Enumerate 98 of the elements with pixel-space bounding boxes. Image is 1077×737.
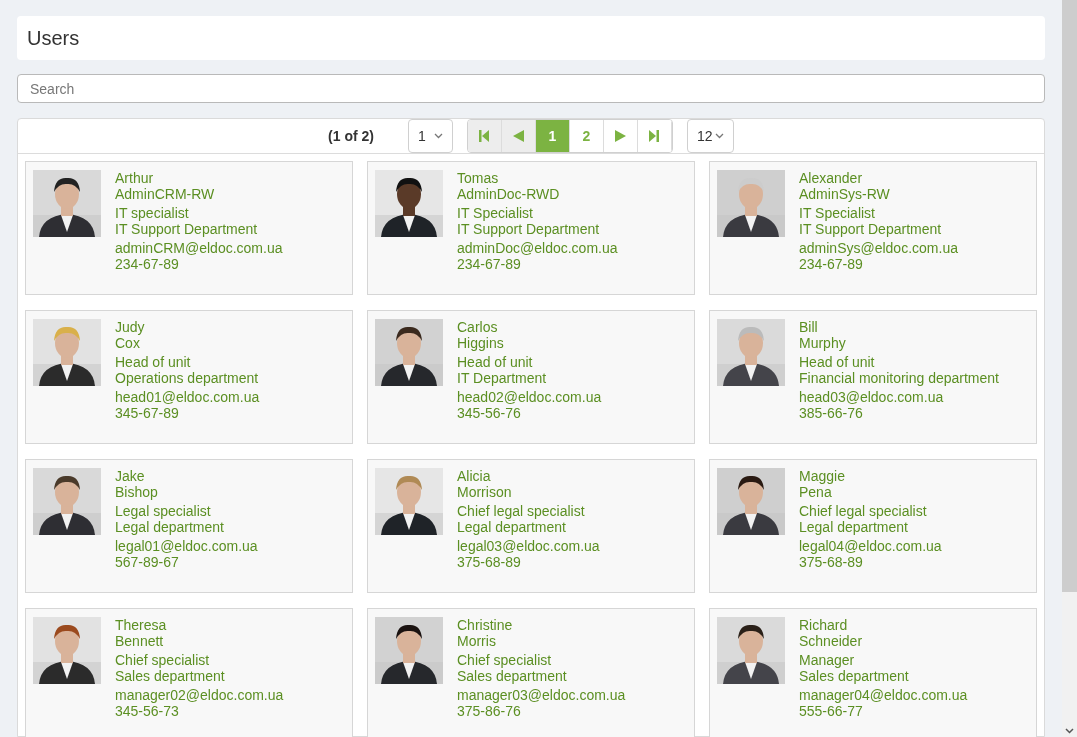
department: Financial monitoring department — [799, 370, 999, 386]
last-name: Higgins — [457, 335, 505, 351]
email: adminSys@eldoc.com.ua — [799, 240, 958, 256]
email: head03@eldoc.com.ua — [799, 389, 945, 405]
user-card[interactable]: Carlos Higgins Head of unit IT Department head02@eldoc.com.ua 345-56-76 — [367, 310, 695, 444]
phone: 555-66-77 — [799, 703, 864, 719]
first-name: Christine — [457, 617, 514, 633]
caret-icon — [433, 133, 443, 139]
phone: 375-68-89 — [457, 554, 522, 570]
next-icon — [614, 130, 626, 142]
last-name: AdminDoc-RWD — [457, 186, 561, 202]
last-name: Bishop — [115, 484, 159, 500]
email: manager02@eldoc.com.ua — [115, 687, 284, 703]
email: adminCRM@eldoc.com.ua — [115, 240, 283, 256]
position: Head of unit — [799, 354, 876, 370]
phone: 567-89-67 — [115, 554, 180, 570]
email: head01@eldoc.com.ua — [115, 389, 260, 405]
last-name: Morrison — [457, 484, 513, 500]
page-title: Users — [27, 26, 80, 51]
phone: 234-67-89 — [115, 256, 180, 272]
page-number-button[interactable]: 1 — [535, 120, 570, 152]
position: Chief specialist — [115, 652, 211, 668]
position: Chief specialist — [457, 652, 553, 668]
email: legal01@eldoc.com.ua — [115, 538, 258, 554]
rows-per-page-select[interactable]: 12 — [686, 119, 734, 153]
position: IT specialist — [115, 205, 190, 221]
phone: 234-67-89 — [457, 256, 522, 272]
department: IT Support Department — [799, 221, 943, 237]
first-name: Maggie — [799, 468, 846, 484]
user-card[interactable]: Theresa Bennett Chief specialist Sales department manager02@eldoc.com.ua 345-56-73 — [25, 608, 353, 737]
position: IT Specialist — [457, 205, 534, 221]
phone: 234-67-89 — [799, 256, 864, 272]
department: Sales department — [799, 668, 910, 684]
position: IT Specialist — [799, 205, 876, 221]
user-card[interactable]: Tomas AdminDoc-RWD IT Specialist IT Support Department adminDoc@eldoc.com.ua 234-67-89 — [367, 161, 695, 295]
previous-icon — [512, 130, 524, 142]
position: Manager — [799, 652, 856, 668]
user-card[interactable]: Arthur AdminCRM-RW IT specialist IT Support Department adminCRM@eldoc.com.ua 234-67-89 — [25, 161, 353, 295]
department: IT Support Department — [457, 221, 601, 237]
phone: 345-67-89 — [115, 405, 180, 421]
email: manager04@eldoc.com.ua — [799, 687, 968, 703]
department: Operations department — [115, 370, 260, 386]
email: head02@eldoc.com.ua — [457, 389, 602, 405]
first-name: Theresa — [115, 617, 168, 633]
user-card[interactable]: Richard Schneider Manager Sales department manager04@eldoc.com.ua 555-66-77 — [709, 608, 1037, 737]
last-name: AdminCRM-RW — [115, 186, 216, 202]
phone: 345-56-76 — [457, 405, 522, 421]
first-name: Judy — [115, 319, 146, 335]
last-name: AdminSys-RW — [799, 186, 891, 202]
scroll-down-icon[interactable] — [1062, 725, 1077, 737]
first-name: Alicia — [457, 468, 492, 484]
last-name: Murphy — [799, 335, 847, 351]
email: legal03@eldoc.com.ua — [457, 538, 600, 554]
last-name: Cox — [115, 335, 141, 351]
first-name: Jake — [115, 468, 146, 484]
user-card[interactable]: Alicia Morrison Chief legal specialist Legal department legal03@eldoc.com.ua 375-68-89 — [367, 459, 695, 593]
position: Head of unit — [115, 354, 192, 370]
page-select[interactable]: 1 — [407, 119, 453, 153]
scrollbar-thumb[interactable] — [1062, 0, 1077, 592]
last-name: Schneider — [799, 633, 864, 649]
department: Legal department — [799, 519, 909, 535]
phone: 375-86-76 — [457, 703, 522, 719]
phone: 375-68-89 — [799, 554, 864, 570]
first-name: Bill — [799, 319, 819, 335]
first-name: Arthur — [115, 170, 155, 186]
department: Legal department — [457, 519, 567, 535]
user-card[interactable]: Judy Cox Head of unit Operations department head01@eldoc.com.ua 345-67-89 — [25, 310, 353, 444]
position: Legal specialist — [115, 503, 212, 519]
department: IT Department — [457, 370, 548, 386]
last-page-icon — [649, 130, 660, 142]
last-name: Pena — [799, 484, 833, 500]
position: Chief legal specialist — [799, 503, 928, 519]
last-name: Bennett — [115, 633, 165, 649]
department: Legal department — [115, 519, 225, 535]
caret-icon — [714, 133, 724, 139]
department: IT Support Department — [115, 221, 259, 237]
position: Chief legal specialist — [457, 503, 586, 519]
email: adminDoc@eldoc.com.ua — [457, 240, 618, 256]
search-field[interactable]: Search — [17, 74, 1045, 103]
email: manager03@eldoc.com.ua — [457, 687, 626, 703]
user-card[interactable]: Bill Murphy Head of unit Financial monitoring department head03@eldoc.com.ua 385-66-76 — [709, 310, 1037, 444]
email: legal04@eldoc.com.ua — [799, 538, 942, 554]
user-card[interactable]: Alexander AdminSys-RW IT Specialist IT Support Department adminSys@eldoc.com.ua 234-67-89 — [709, 161, 1037, 295]
department: Sales department — [115, 668, 226, 684]
department: Sales department — [457, 668, 568, 684]
last-name: Morris — [457, 633, 497, 649]
first-name: Richard — [799, 617, 849, 633]
phone: 345-56-73 — [115, 703, 180, 719]
user-card[interactable]: Maggie Pena Chief legal specialist Legal department legal04@eldoc.com.ua 375-68-89 — [709, 459, 1037, 593]
first-name: Carlos — [457, 319, 499, 335]
position: Head of unit — [457, 354, 534, 370]
page-summary: (1 of 2) — [328, 126, 374, 146]
user-card[interactable]: Jake Bishop Legal specialist Legal department legal01@eldoc.com.ua 567-89-67 — [25, 459, 353, 593]
user-card[interactable]: Christine Morris Chief specialist Sales department manager03@eldoc.com.ua 375-86-76 — [367, 608, 695, 737]
first-name: Alexander — [799, 170, 864, 186]
first-page-icon — [479, 130, 490, 142]
first-name: Tomas — [457, 170, 500, 186]
phone: 385-66-76 — [799, 405, 864, 421]
